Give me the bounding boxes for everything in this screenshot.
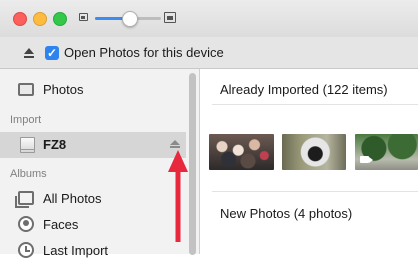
sidebar-item-label: Last Import bbox=[43, 243, 109, 258]
video-thumbnail[interactable] bbox=[355, 134, 418, 170]
zoom-window-button[interactable] bbox=[53, 12, 67, 26]
divider bbox=[212, 191, 418, 192]
small-thumbnail-icon bbox=[79, 13, 88, 21]
sidebar-item-all-photos[interactable]: All Photos bbox=[0, 187, 186, 211]
eject-device-icon[interactable] bbox=[170, 140, 180, 150]
annotation-arrow-icon bbox=[168, 150, 188, 242]
section-header-albums: Albums bbox=[10, 168, 47, 180]
sidebar-item-device[interactable]: FZ8 bbox=[0, 132, 186, 158]
minimize-window-button[interactable] bbox=[33, 12, 47, 26]
sidebar-item-label: FZ8 bbox=[43, 137, 67, 152]
open-photos-checkbox[interactable]: ✓ bbox=[45, 46, 59, 60]
photos-icon bbox=[18, 83, 34, 96]
faces-icon bbox=[18, 216, 34, 232]
scroll-thumb[interactable] bbox=[189, 73, 196, 255]
photo-thumbnail[interactable] bbox=[209, 134, 274, 170]
open-photos-label: Open Photos for this device bbox=[64, 45, 224, 60]
large-thumbnail-icon bbox=[164, 12, 176, 23]
sidebar-item-label: Faces bbox=[43, 217, 79, 232]
slider-knob[interactable] bbox=[122, 11, 139, 27]
close-window-button[interactable] bbox=[13, 12, 27, 26]
title-bar bbox=[0, 0, 418, 37]
import-content: Already Imported (122 items) New Photos … bbox=[200, 69, 418, 254]
section-header-import: Import bbox=[10, 114, 42, 126]
already-imported-heading: Already Imported (122 items) bbox=[220, 82, 388, 97]
camera-device-icon bbox=[20, 137, 35, 153]
sidebar-item-photos[interactable]: Photos bbox=[0, 78, 186, 102]
sidebar-item-label: All Photos bbox=[43, 191, 102, 206]
sidebar-item-label: Photos bbox=[43, 82, 84, 97]
video-camera-icon bbox=[360, 156, 373, 163]
stack-icon bbox=[15, 191, 34, 208]
divider bbox=[212, 104, 418, 105]
eject-icon[interactable] bbox=[24, 48, 34, 59]
clock-icon bbox=[18, 242, 34, 258]
import-toolbar: ✓ Open Photos for this device bbox=[0, 37, 418, 69]
photo-thumbnail[interactable] bbox=[282, 134, 346, 170]
sidebar-item-faces[interactable]: Faces bbox=[0, 213, 186, 237]
sidebar-item-last-import[interactable]: Last Import bbox=[0, 239, 186, 263]
new-photos-heading: New Photos (4 photos) bbox=[220, 206, 353, 221]
